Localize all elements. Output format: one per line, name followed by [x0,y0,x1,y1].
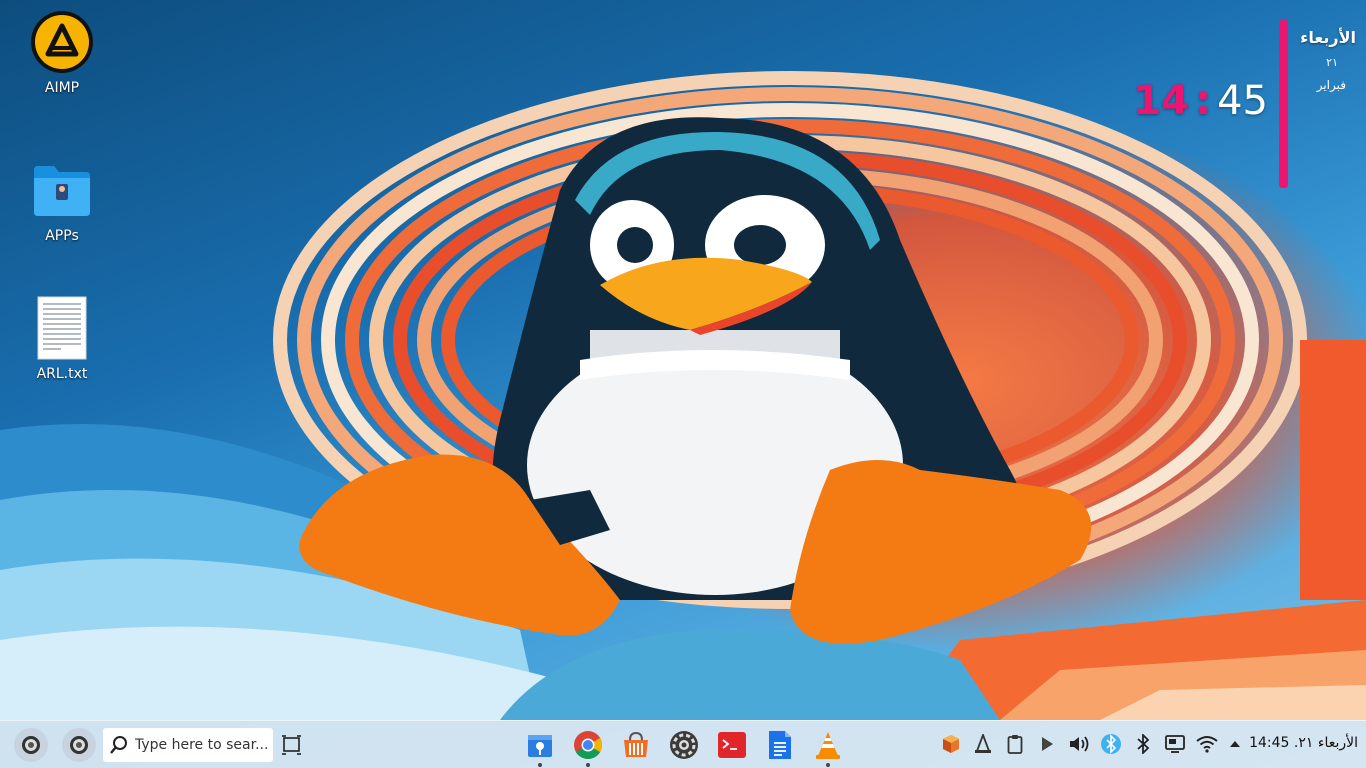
clock-day: الأربعاء [1300,28,1356,47]
taskbar-app-chrome[interactable] [572,729,604,767]
document-editor-icon [769,731,791,759]
folder-icon [30,158,94,222]
software-center-icon [624,731,648,757]
desktop-icon-label: AIMP [44,80,80,96]
clock-accent-bar [1279,20,1288,188]
wifi-icon [1196,736,1218,753]
tray-package-icon[interactable] [940,733,962,755]
clock-date: ٢١ [1326,56,1338,69]
volume-icon [1070,736,1089,752]
tray-overflow-button[interactable] [1224,733,1246,755]
taskbar-app-settings[interactable] [668,729,700,761]
running-indicator [538,763,542,767]
search-input[interactable] [135,737,273,753]
search-icon [110,736,127,754]
desktop-icon-aimp[interactable]: AIMP [14,10,110,96]
desktop-icon-apps[interactable]: APPs [14,158,110,244]
clipboard-icon [1007,735,1023,754]
taskbar-app-software-center[interactable] [620,729,652,761]
clock-widget: الأربعاء ٢١ فبراير 14:45 [1133,20,1356,190]
tray-vlc-icon[interactable] [972,733,994,755]
chevron-up-icon [1230,741,1240,747]
package-icon [943,735,959,753]
desktop-icon-arl-txt[interactable]: ARL.txt [14,296,110,382]
aimp-icon [30,10,94,74]
text-file-icon [30,296,94,360]
bluetooth-icon [1137,734,1150,754]
clock-separator: : [1195,78,1212,124]
clock-hour: 14 [1133,78,1190,124]
taskbar: الأربعاء ٢١. 14:45 [0,720,1366,768]
running-indicator [586,763,590,767]
chrome-icon [574,731,602,759]
media-play-icon [1042,737,1053,751]
task-view-icon[interactable] [280,733,304,757]
taskbar-clock[interactable]: الأربعاء ٢١. 14:45 [1249,735,1358,751]
search-box[interactable] [103,728,273,762]
store-app-icon [528,735,552,757]
running-indicator [826,763,830,767]
taskbar-app-vlc[interactable] [812,729,844,767]
start-menu-button[interactable] [14,728,48,762]
launcher-icon [70,736,88,754]
display-icon [1165,735,1185,753]
terminal-icon [718,732,746,758]
tray-bluetooth-icon[interactable] [1132,733,1154,755]
start-menu-icon [22,736,40,754]
launcher-button[interactable] [62,728,96,762]
tray-bluetooth-active-icon[interactable] [1100,733,1122,755]
desktop-icon-label: ARL.txt [36,366,88,382]
settings-gear-app-icon [670,731,698,759]
bluetooth-active-icon [1101,734,1121,754]
clock-month: فبراير [1316,78,1346,92]
taskbar-app-document-editor[interactable] [764,729,796,761]
tray-wifi-icon[interactable] [1196,733,1218,755]
desktop-icon-label: APPs [45,228,79,244]
taskbar-app-terminal[interactable] [716,729,748,761]
tray-media-play-icon[interactable] [1036,733,1058,755]
clock-minute: 45 [1217,78,1268,124]
tray-volume-icon[interactable] [1068,733,1090,755]
tray-display-icon[interactable] [1164,733,1186,755]
vlc-icon [816,732,840,759]
taskbar-app-store[interactable] [524,729,556,767]
tray-clipboard-icon[interactable] [1004,733,1026,755]
clock-time: 14:45 [1133,78,1268,124]
vlc-tray-icon [975,734,991,753]
